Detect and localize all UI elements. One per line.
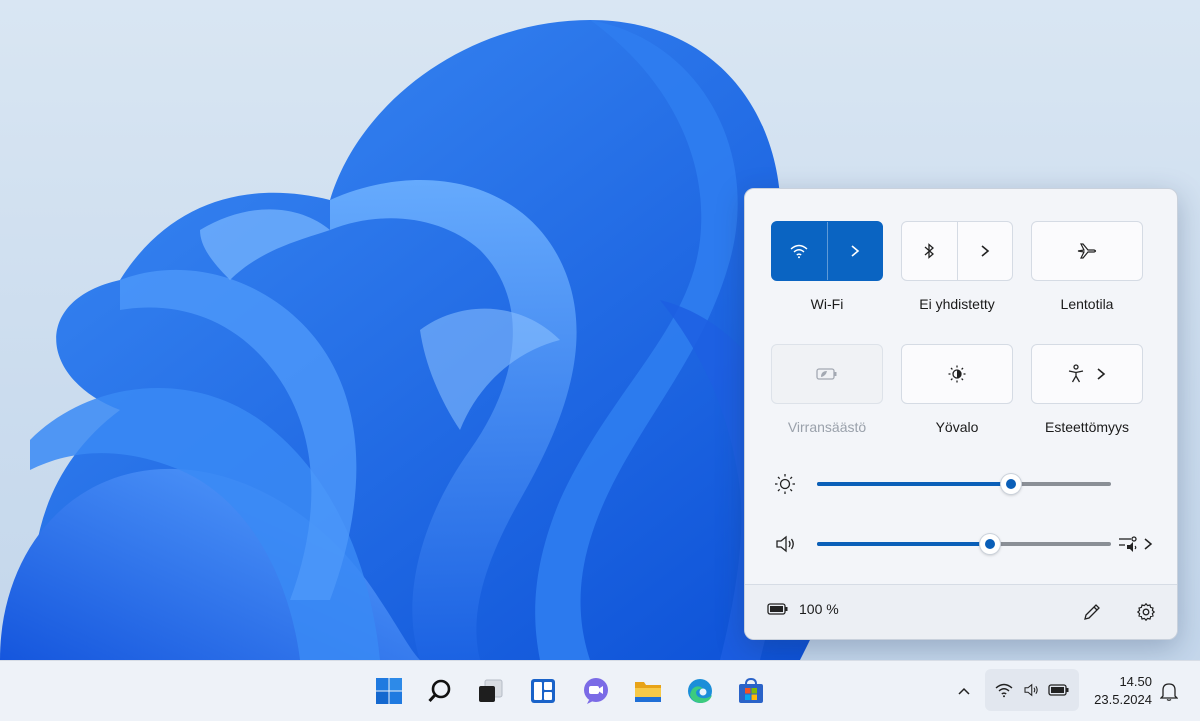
volume-row bbox=[745, 529, 1177, 559]
start-button[interactable] bbox=[373, 675, 405, 707]
wifi-tile[interactable] bbox=[771, 221, 883, 281]
search-button[interactable] bbox=[424, 675, 456, 707]
airplane-mode-tile[interactable] bbox=[1031, 221, 1143, 281]
pencil-icon bbox=[1084, 604, 1100, 620]
settings-button[interactable] bbox=[1133, 599, 1159, 625]
task-view-button[interactable] bbox=[474, 675, 506, 707]
battery-saver-icon bbox=[816, 368, 837, 380]
chat-button[interactable] bbox=[580, 675, 612, 707]
night-light-icon bbox=[948, 365, 966, 383]
speaker-icon[interactable] bbox=[773, 532, 797, 556]
speaker-icon bbox=[1024, 683, 1038, 697]
edge-icon bbox=[688, 679, 712, 703]
wifi-toggle[interactable] bbox=[772, 222, 828, 280]
taskbar: 14.50 23.5.2024 bbox=[0, 660, 1200, 721]
teams-chat-icon bbox=[584, 678, 608, 704]
clock[interactable]: 14.50 23.5.2024 bbox=[1088, 673, 1152, 709]
accessibility-label: Esteettömyys bbox=[1044, 419, 1130, 435]
store-button[interactable] bbox=[735, 675, 767, 707]
brightness-icon bbox=[775, 474, 795, 494]
notification-center-button[interactable] bbox=[1157, 679, 1181, 703]
wifi-label: Wi-Fi bbox=[810, 296, 844, 312]
brightness-slider-fill bbox=[817, 482, 1012, 486]
wifi-icon bbox=[790, 244, 808, 259]
chevron-right-icon bbox=[851, 245, 859, 257]
file-explorer-button[interactable] bbox=[632, 675, 664, 707]
chevron-right-icon bbox=[1144, 538, 1153, 550]
store-icon bbox=[739, 677, 763, 703]
volume-slider-thumb[interactable] bbox=[980, 534, 1001, 554]
task-view-icon bbox=[479, 679, 503, 702]
airplane-mode-label: Lentotila bbox=[1060, 296, 1114, 312]
night-light-tile[interactable] bbox=[901, 344, 1013, 404]
battery-saver-label: Virransäästö bbox=[787, 419, 867, 435]
widgets-button[interactable] bbox=[527, 675, 559, 707]
brightness-slider-thumb[interactable] bbox=[1001, 474, 1022, 494]
bluetooth-label: Ei yhdistetty bbox=[919, 296, 995, 312]
battery-icon bbox=[1047, 684, 1069, 696]
brightness-slider[interactable] bbox=[817, 474, 1111, 494]
file-explorer-icon bbox=[635, 682, 661, 702]
system-tray-quick-settings[interactable] bbox=[985, 669, 1079, 711]
volume-slider[interactable] bbox=[817, 534, 1111, 554]
bluetooth-toggle[interactable] bbox=[902, 222, 958, 280]
show-hidden-icons-button[interactable] bbox=[952, 679, 976, 703]
search-icon bbox=[428, 679, 451, 703]
widgets-icon bbox=[531, 679, 555, 703]
battery-percentage: 100 % bbox=[799, 601, 839, 617]
bluetooth-tile[interactable] bbox=[901, 221, 1013, 281]
airplane-icon bbox=[1077, 243, 1097, 259]
night-light-label: Yövalo bbox=[935, 419, 979, 435]
chevron-right-icon bbox=[981, 245, 989, 257]
gear-icon bbox=[1136, 602, 1156, 622]
clock-time: 14.50 bbox=[1119, 674, 1152, 689]
audio-output-button[interactable] bbox=[1117, 529, 1163, 559]
accessibility-icon bbox=[1068, 364, 1084, 383]
chevron-up-icon bbox=[958, 687, 970, 695]
bell-icon bbox=[1160, 683, 1178, 701]
windows-start-icon bbox=[376, 678, 402, 704]
edit-quick-settings-button[interactable] bbox=[1079, 599, 1105, 625]
battery-saver-tile[interactable] bbox=[771, 344, 883, 404]
quick-settings-footer: 100 % bbox=[745, 584, 1177, 639]
accessibility-tile[interactable] bbox=[1031, 344, 1143, 404]
chevron-right-icon bbox=[1097, 368, 1106, 380]
brightness-row bbox=[745, 469, 1177, 499]
clock-date: 23.5.2024 bbox=[1094, 692, 1152, 707]
bluetooth-expand-button[interactable] bbox=[958, 222, 1013, 280]
battery-icon bbox=[767, 603, 788, 615]
audio-output-icon bbox=[1119, 536, 1137, 552]
battery-status[interactable]: 100 % bbox=[767, 601, 839, 617]
wifi-expand-button[interactable] bbox=[828, 222, 883, 280]
bluetooth-icon bbox=[924, 243, 935, 259]
quick-settings-panel: Wi-Fi Ei yhdistetty Lentotila Virransääs… bbox=[744, 188, 1178, 640]
wifi-icon bbox=[995, 683, 1013, 698]
volume-slider-fill bbox=[817, 542, 991, 546]
edge-button[interactable] bbox=[684, 675, 716, 707]
